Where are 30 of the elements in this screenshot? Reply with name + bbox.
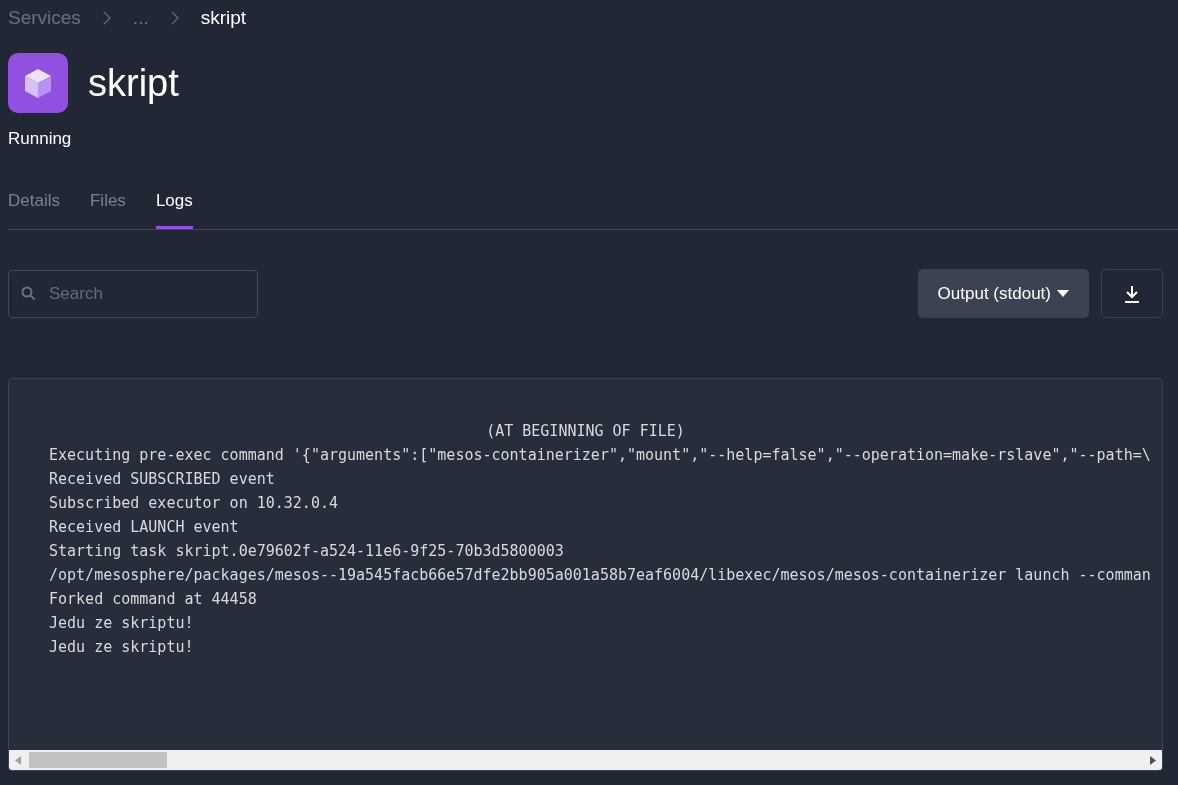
scroll-right-icon [1150, 755, 1156, 765]
horizontal-scrollbar[interactable] [9, 750, 1162, 770]
log-line: Subscribed executor on 10.32.0.4 [49, 493, 339, 514]
output-dropdown[interactable]: Output (stdout) [917, 269, 1089, 318]
log-line: /opt/mesosphere/packages/mesos--19a545facb66e57dfe2bb905a001a58b7eaf6004/libexec/mesos/mesos-containerizer launch --comman [49, 565, 1152, 586]
log-line: Executing pre-exec command '{"arguments":["mesos-containerizer","mount","--help=false","--operation=make-rslave","--path=\ [49, 445, 1152, 466]
cube-icon [8, 53, 68, 113]
log-line: Jedu ze skriptu! [49, 637, 195, 658]
scrollbar-thumb[interactable] [29, 752, 167, 768]
log-header: (AT BEGINNING OF FILE) [485, 421, 686, 442]
search-icon [21, 285, 36, 301]
scroll-left-icon [15, 755, 21, 765]
search-field[interactable]: Search [8, 269, 258, 318]
log-line: Received SUBSCRIBED event [49, 469, 276, 490]
log-line: Forked command at 44458 [49, 589, 258, 610]
breadcrumb-link[interactable]: ... [132, 7, 149, 29]
log-line: Starting task skript.0e79602f-a524-11e6-9f25-70b3d5800003 [49, 541, 565, 562]
log-line: Jedu ze skriptu! [49, 613, 195, 634]
tab[interactable]: Logs [155, 191, 193, 229]
tab[interactable]: Details [8, 191, 60, 229]
service-title: skript [88, 61, 179, 105]
chevron-right-icon [102, 11, 111, 25]
chevron-right-icon [170, 11, 179, 25]
log-line: Received LAUNCH event [49, 517, 240, 538]
download-button[interactable] [1101, 269, 1163, 318]
caret-icon [1057, 290, 1069, 297]
service-status: Running [8, 129, 73, 149]
download-icon [1124, 284, 1140, 303]
breadcrumb-link[interactable]: Services [8, 7, 81, 29]
tab[interactable]: Files [89, 191, 126, 229]
